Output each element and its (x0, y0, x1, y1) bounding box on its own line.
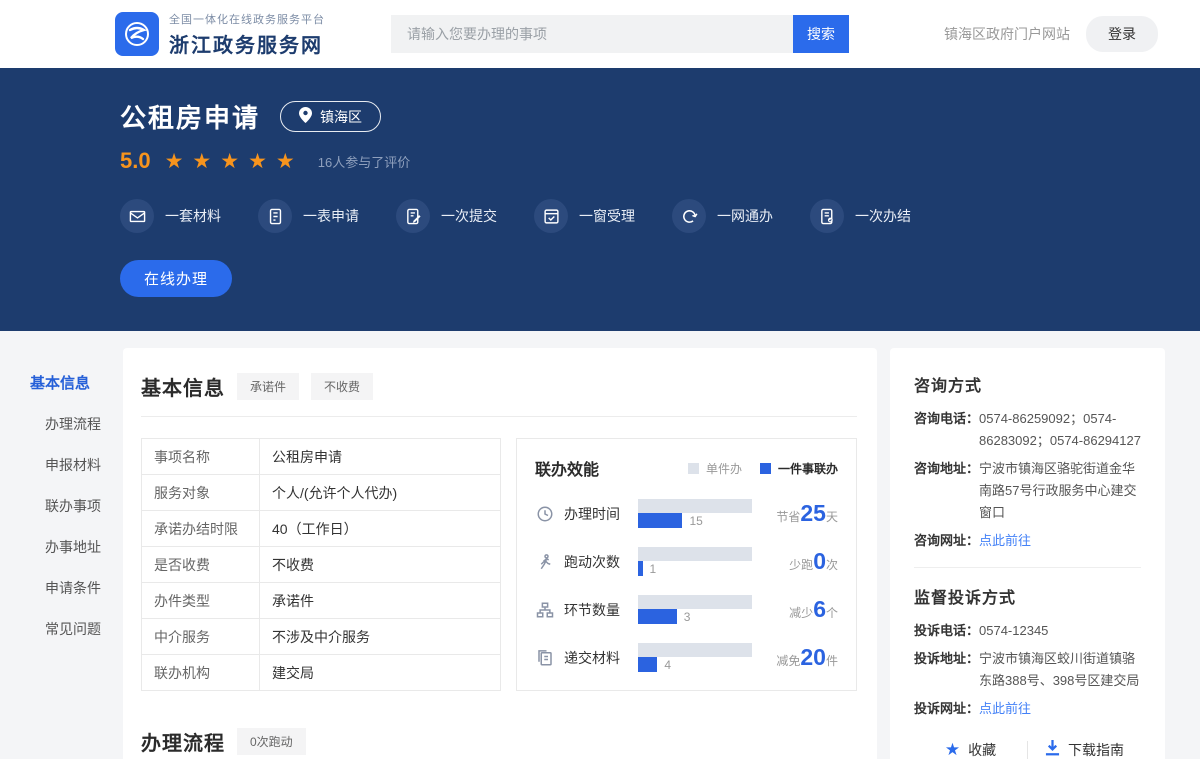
form-icon (258, 199, 292, 233)
feature-one-submit: 一次提交 (396, 199, 497, 233)
joint-efficiency-title: 联办效能 (535, 456, 599, 480)
table-row: 事项名称公租房申请 (142, 439, 501, 475)
benefit-materials: 减免20件 (752, 644, 838, 671)
complaint-website-link[interactable]: 点此前往 (979, 698, 1031, 720)
legend-swatch-joint (760, 463, 771, 474)
rating-score: 5.0 (120, 148, 151, 174)
complaint-address-row: 投诉地址： 宁波市镇海区蛟川街道镇骆东路388号、398号区建交局 (914, 648, 1141, 692)
chart-row-steps: 环节数量 3 减少6个 (535, 595, 838, 624)
bar-single (638, 595, 752, 609)
feature-one-network: 一网通办 (672, 199, 773, 233)
table-row: 中介服务不涉及中介服务 (142, 619, 501, 655)
contact-title: 咨询方式 (914, 372, 1141, 396)
page-title: 公租房申请 (120, 98, 260, 135)
feature-one-set-materials: 一套材料 (120, 199, 221, 233)
district-badge-label: 镇海区 (320, 107, 362, 127)
tag-promise-item: 承诺件 (237, 373, 299, 400)
nav-item-address[interactable]: 办事地址 (30, 537, 110, 557)
top-header: 全国一体化在线政务服务平台 浙江政务服务网 搜索 镇海区政府门户网站 登录 (0, 0, 1200, 68)
bar-joint (638, 513, 682, 528)
basic-info-card: 基本信息 承诺件 不收费 事项名称公租房申请 服务对象个人/(允许个人代办) 承… (123, 348, 877, 759)
hero-banner: 公租房申请 镇海区 5.0 ★★★★★ 16人参与了评价 一套材料 一表申请 (0, 68, 1200, 331)
basic-info-table: 事项名称公租房申请 服务对象个人/(允许个人代办) 承诺办结时限40（工作日） … (141, 438, 501, 691)
download-icon (1045, 740, 1060, 759)
logo-mark-icon (115, 12, 159, 56)
search-button[interactable]: 搜索 (793, 15, 849, 53)
window-check-icon (534, 199, 568, 233)
rating-row: 5.0 ★★★★★ 16人参与了评价 (120, 148, 1160, 174)
online-apply-button[interactable]: 在线办理 (120, 260, 232, 297)
star-icon: ★ (945, 741, 960, 758)
document-seal-icon (810, 199, 844, 233)
nav-item-joint-items[interactable]: 联办事项 (30, 496, 110, 516)
bar-joint (638, 609, 677, 624)
district-badge[interactable]: 镇海区 (280, 101, 381, 132)
cycle-arrows-icon (672, 199, 706, 233)
contact-website-link[interactable]: 点此前往 (979, 530, 1031, 552)
download-guide-button[interactable]: 下载指南 (1028, 740, 1141, 759)
site-logo[interactable]: 全国一体化在线政务服务平台 浙江政务服务网 (115, 11, 325, 58)
joint-efficiency-panel: 联办效能 单件办 一件事联办 办理时间 15 (516, 438, 857, 691)
table-row: 服务对象个人/(允许个人代办) (142, 475, 501, 511)
tag-zero-trips: 0次跑动 (237, 728, 306, 755)
rating-stars-icon: ★★★★★ (165, 151, 304, 172)
bar-single (638, 547, 752, 561)
table-row: 是否收费不收费 (142, 547, 501, 583)
runner-icon (535, 553, 555, 571)
process-section: 办理流程 0次跑动 (141, 727, 857, 759)
envelope-icon (120, 199, 154, 233)
clock-icon (535, 505, 555, 523)
contact-card: 咨询方式 咨询电话： 0574-86259092；0574-86283092；0… (890, 348, 1165, 759)
section-nav: 基本信息 办理流程 申报材料 联办事项 办事地址 申请条件 常见问题 (30, 348, 110, 660)
bar-joint (638, 657, 657, 672)
rating-count: 16人参与了评价 (318, 152, 410, 171)
nav-item-materials[interactable]: 申报材料 (30, 455, 110, 475)
benefit-steps: 减少6个 (752, 596, 838, 623)
complaint-phone-row: 投诉电话： 0574-12345 (914, 620, 1141, 642)
login-button[interactable]: 登录 (1086, 16, 1158, 52)
benefit-time: 节省25天 (752, 500, 838, 527)
complaint-title: 监督投诉方式 (914, 584, 1141, 608)
search-bar: 搜索 (391, 15, 849, 53)
bar-single (638, 499, 752, 513)
location-pin-icon (299, 107, 312, 126)
feature-list: 一套材料 一表申请 一次提交 一窗受理 一网通办 (120, 199, 1160, 233)
favorite-button[interactable]: ★ 收藏 (914, 740, 1027, 759)
table-row: 办件类型承诺件 (142, 583, 501, 619)
chart-row-materials: 递交材料 4 减免20件 (535, 643, 838, 672)
logo-site-name: 浙江政务服务网 (169, 29, 325, 58)
portal-link[interactable]: 镇海区政府门户网站 (944, 24, 1070, 44)
basic-info-title: 基本信息 (141, 372, 225, 401)
chart-row-time: 办理时间 15 节省25天 (535, 499, 838, 528)
nav-item-basic-info[interactable]: 基本信息 (30, 372, 110, 393)
benefit-trips: 少跑0次 (752, 548, 838, 575)
bar-joint (638, 561, 643, 576)
chart-row-trips: 跑动次数 1 少跑0次 (535, 547, 838, 576)
nav-item-faq[interactable]: 常见问题 (30, 619, 110, 639)
feature-one-form: 一表申请 (258, 199, 359, 233)
nav-item-process[interactable]: 办理流程 (30, 414, 110, 434)
table-row: 联办机构建交局 (142, 655, 501, 691)
nav-item-conditions[interactable]: 申请条件 (30, 578, 110, 598)
tag-no-fee: 不收费 (311, 373, 373, 400)
process-title: 办理流程 (141, 727, 225, 756)
search-input[interactable] (391, 15, 793, 53)
contact-website-row: 咨询网址： 点此前往 (914, 530, 1141, 552)
contact-phone-row: 咨询电话： 0574-86259092；0574-86283092；0574-8… (914, 408, 1141, 452)
logo-platform-text: 全国一体化在线政务服务平台 (169, 11, 325, 27)
nodes-icon (535, 601, 555, 619)
contact-address-row: 咨询地址： 宁波市镇海区骆驼街道金华南路57号行政服务中心建交窗口 (914, 458, 1141, 524)
feature-one-completion: 一次办结 (810, 199, 911, 233)
complaint-website-row: 投诉网址： 点此前往 (914, 698, 1141, 720)
legend-swatch-single (688, 463, 699, 474)
table-row: 承诺办结时限40（工作日） (142, 511, 501, 547)
document-pen-icon (396, 199, 430, 233)
feature-one-window: 一窗受理 (534, 199, 635, 233)
bar-single (638, 643, 752, 657)
chart-legend: 单件办 一件事联办 (688, 460, 838, 477)
document-icon (535, 649, 555, 667)
